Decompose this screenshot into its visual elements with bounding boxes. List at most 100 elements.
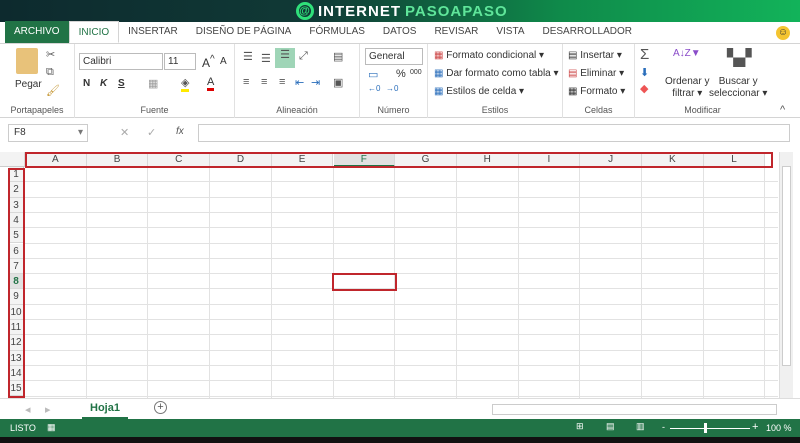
format-as-table-button[interactable]: ▦ Dar formato como tabla ▾	[434, 68, 559, 79]
selected-cell-highlight[interactable]	[331, 273, 398, 292]
zoom-level[interactable]: 100 %	[766, 423, 792, 433]
tab-diseno-pagina[interactable]: DISEÑO DE PÁGINA	[187, 21, 301, 43]
align-right-icon[interactable]: ≡	[279, 76, 285, 88]
decrease-font-icon[interactable]: A	[220, 56, 227, 67]
collapse-ribbon-icon[interactable]: ^	[780, 104, 785, 116]
font-size-select[interactable]: 11	[164, 53, 196, 70]
group-celdas: ▤ Insertar ▾ ▤ Eliminar ▾ ▦ Formato ▾ Ce…	[563, 44, 635, 118]
wrap-text-icon[interactable]: ▤	[333, 50, 343, 63]
currency-icon[interactable]: ▭	[368, 68, 378, 81]
tab-datos[interactable]: DATOS	[374, 21, 426, 43]
percent-button[interactable]: %	[396, 68, 406, 80]
macro-record-icon[interactable]: ▦	[47, 422, 56, 433]
find-select-button[interactable]: Buscar y seleccionar ▾	[709, 76, 767, 100]
cut-icon[interactable]: ✂	[46, 48, 55, 61]
group-alineacion: ☰ ☰ ☰ ⤢ ▤ ≡ ≡ ≡ ⇤ ⇥ ▣ Alineación	[235, 44, 360, 118]
increase-decimal-icon[interactable]: ←0	[368, 84, 380, 93]
autosum-icon[interactable]: Σ	[640, 46, 649, 63]
logo-text: INTERNET	[318, 2, 401, 20]
cancel-icon[interactable]: ✕	[120, 126, 129, 139]
format-cells-button[interactable]: ▦ Formato ▾	[568, 86, 625, 97]
paste-button[interactable]: Pegar	[15, 79, 42, 90]
scroll-thumb[interactable]	[782, 166, 791, 366]
underline-button[interactable]: S	[118, 78, 125, 89]
increase-font-icon[interactable]: A^	[202, 54, 215, 70]
tab-desarrollador[interactable]: DESARROLLADOR	[534, 21, 641, 43]
gridline	[25, 319, 778, 320]
conditional-format-button[interactable]: ▦ Formato condicional ▾	[434, 50, 544, 61]
group-label: Estilos	[481, 105, 509, 115]
align-center-icon[interactable]: ≡	[261, 76, 267, 88]
bold-button[interactable]: N	[83, 78, 90, 89]
cell-styles-button[interactable]: ▦ Estilos de celda ▾	[434, 86, 524, 97]
binoculars-icon[interactable]: ▚▞	[727, 48, 752, 68]
italic-button[interactable]: K	[100, 78, 107, 89]
tab-vista[interactable]: VISTA	[487, 21, 533, 43]
sort-filter-icon[interactable]: A↓Z▼	[673, 48, 701, 59]
group-modificar: Σ ⬇ ◆ A↓Z▼ Ordenar y filtrar ▾ ▚▞ Buscar …	[635, 44, 770, 118]
page-layout-icon[interactable]: ▤	[606, 421, 615, 432]
label: seleccionar	[709, 88, 760, 99]
clear-icon[interactable]: ◆	[640, 82, 648, 95]
delete-cells-button[interactable]: ▤ Eliminar ▾	[568, 68, 624, 79]
group-estilos: ▦ Formato condicional ▾ ▦ Dar formato co…	[428, 44, 563, 118]
gridline	[25, 242, 778, 244]
zoom-in-button[interactable]: +	[752, 421, 758, 433]
decrease-indent-icon[interactable]: ⇤	[295, 76, 304, 89]
gridline	[25, 303, 778, 305]
prev-sheet-icon[interactable]: ◂	[25, 403, 31, 416]
font-name-select[interactable]: Calibri	[79, 53, 163, 70]
decrease-decimal-icon[interactable]: →0	[386, 84, 398, 93]
gridline	[25, 181, 778, 183]
horizontal-scrollbar[interactable]	[492, 404, 777, 415]
next-sheet-icon[interactable]: ▸	[45, 403, 51, 416]
gridline	[270, 167, 272, 398]
zoom-slider-thumb[interactable]	[704, 423, 707, 433]
enter-icon[interactable]: ✓	[147, 126, 156, 139]
tab-archivo[interactable]: ARCHIVO	[5, 21, 69, 43]
zoom-slider[interactable]	[670, 428, 750, 429]
fill-icon[interactable]: ⬇	[640, 66, 649, 79]
zoom-out-button[interactable]: -	[662, 422, 665, 432]
tab-formulas[interactable]: FÓRMULAS	[300, 21, 374, 43]
align-middle-icon[interactable]: ☰	[261, 52, 271, 65]
insert-cells-button[interactable]: ▤ Insertar ▾	[568, 50, 622, 61]
select-all-corner[interactable]	[0, 152, 25, 167]
name-box[interactable]: F8 ▾	[8, 124, 88, 142]
align-left-icon[interactable]: ≡	[243, 76, 249, 88]
orientation-icon[interactable]: ⤢	[299, 50, 308, 63]
label: Estilos de celda	[446, 86, 517, 97]
tab-insertar[interactable]: INSERTAR	[119, 21, 187, 43]
column-headers-highlight	[25, 152, 773, 168]
label: Formato condicional	[446, 50, 537, 61]
borders-icon[interactable]: ▦	[148, 77, 158, 90]
increase-indent-icon[interactable]: ⇥	[311, 76, 320, 89]
formula-input[interactable]	[198, 124, 790, 142]
page-break-icon[interactable]: ▥	[636, 421, 645, 432]
tab-revisar[interactable]: REVISAR	[425, 21, 487, 43]
spreadsheet-grid[interactable]: A B C D E F G H I J K L 1 2 3 4 5 6 7 8 9 10 11 12 13 14 15	[0, 152, 778, 398]
sheet-tab-bar: ◂ ▸ Hoja1 +	[0, 398, 800, 419]
sheet-tab-hoja1[interactable]: Hoja1	[82, 399, 128, 419]
sort-filter-button[interactable]: Ordenar y filtrar ▾	[665, 76, 709, 100]
paste-icon[interactable]	[16, 48, 38, 74]
vertical-scrollbar[interactable]	[779, 152, 793, 398]
number-format-select[interactable]: General	[365, 48, 423, 65]
smiley-icon[interactable]: ☺	[776, 26, 790, 40]
tab-inicio[interactable]: INICIO	[68, 21, 120, 43]
add-sheet-icon[interactable]: +	[154, 401, 167, 414]
align-top-icon[interactable]: ☰	[243, 50, 253, 63]
logo-icon: @	[296, 2, 314, 20]
ribbon: Pegar ✂ ⧉ 🖌 Portapapeles Calibri 11 A^ A…	[0, 44, 800, 118]
logo: @ INTERNET PASOAPASO	[296, 2, 508, 20]
normal-view-icon[interactable]: ⊞	[576, 421, 584, 432]
thousands-button[interactable]: 000	[410, 69, 422, 76]
insert-function-button[interactable]: fx	[176, 126, 184, 137]
align-bottom-icon[interactable]: ☰	[275, 48, 295, 68]
font-color-icon[interactable]: A	[207, 76, 215, 91]
copy-icon[interactable]: ⧉	[46, 66, 54, 79]
fill-color-icon[interactable]: ◈	[181, 76, 190, 92]
format-painter-icon[interactable]: 🖌	[46, 84, 60, 97]
merge-cells-icon[interactable]: ▣	[333, 76, 343, 89]
label: Insertar	[580, 50, 615, 61]
